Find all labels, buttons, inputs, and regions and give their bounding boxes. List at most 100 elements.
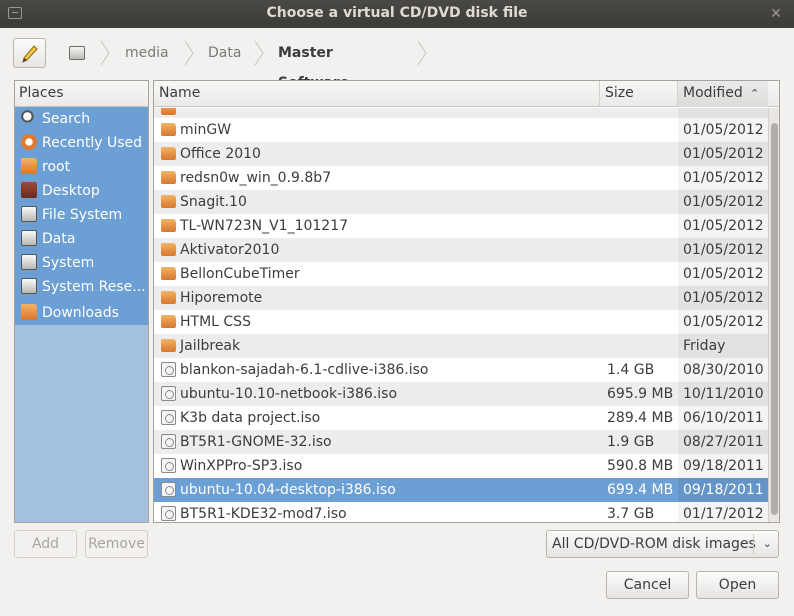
file-type-filter-select[interactable]: All CD/DVD-ROM disk images ⌄ [546, 530, 779, 558]
table-row[interactable]: Snagit.10 01/05/2012 [154, 190, 768, 214]
table-row[interactable]: ubuntu-10.10-netbook-i386.iso 695.9 MB 10/… [154, 382, 768, 406]
table-row[interactable]: K3b data project.iso 289.4 MB 06/10/2011 [154, 406, 768, 430]
folder-icon [161, 219, 176, 232]
file-modified: 08/30/2010 [683, 362, 764, 378]
folder-icon [161, 243, 176, 256]
table-row[interactable]: Jailbreak Friday [154, 334, 768, 358]
chevron-right-icon [100, 40, 110, 66]
table-row[interactable] [154, 108, 768, 118]
filter-selected-value: All CD/DVD-ROM disk images [552, 536, 756, 552]
root-drive-icon[interactable] [69, 46, 85, 60]
table-row[interactable]: BT5R1-KDE32-mod7.iso 3.7 GB 01/17/2012 [154, 502, 768, 522]
column-modified[interactable]: Modified ⌃ [678, 81, 768, 107]
table-row[interactable]: WinXPPro-SP3.iso 590.8 MB 09/18/2011 [154, 454, 768, 478]
file-modified: 06/10/2011 [683, 410, 764, 426]
desktop-icon [21, 182, 37, 198]
folder-icon [161, 339, 176, 352]
folder-icon [161, 147, 176, 160]
file-name: TL-WN723N_V1_101217 [180, 218, 349, 234]
breadcrumb-current[interactable]: Master Software [278, 38, 349, 91]
place-label: System Rese... [42, 279, 146, 295]
places-panel: Places Search Recently Used root Desktop… [14, 80, 149, 523]
place-recently-used[interactable]: Recently Used [15, 131, 148, 155]
edit-location-button[interactable] [13, 38, 46, 68]
drive-icon [21, 278, 37, 294]
file-size: 695.9 MB [607, 386, 674, 402]
table-row-selected[interactable]: ubuntu-10.04-desktop-i386.iso 699.4 MB 09/… [154, 478, 768, 502]
file-name: ubuntu-10.10-netbook-i386.iso [180, 386, 398, 402]
add-button[interactable]: Add [14, 530, 77, 558]
file-name: Hiporemote [180, 290, 263, 306]
divider [753, 534, 754, 554]
file-name: blankon-sajadah-6.1-cdlive-i386.iso [180, 362, 429, 378]
disc-image-icon [161, 362, 176, 377]
file-list: Name Size Modified ⌃ minGW 01/05/2012 Offic… [153, 80, 780, 523]
vertical-scrollbar[interactable] [768, 108, 779, 522]
file-name: Aktivator2010 [180, 242, 280, 258]
drive-icon [21, 254, 37, 270]
file-modified: 10/11/2010 [683, 386, 764, 402]
file-modified: 01/05/2012 [683, 242, 764, 258]
file-size: 1.4 GB [607, 362, 655, 378]
home-folder-icon [21, 158, 37, 174]
file-modified: 01/17/2012 [683, 506, 764, 522]
table-row[interactable]: Aktivator2010 01/05/2012 [154, 238, 768, 262]
chevron-right-icon [184, 40, 194, 66]
column-modified-label: Modified [683, 85, 743, 101]
place-desktop[interactable]: Desktop [15, 179, 148, 203]
close-icon[interactable]: ✕ [766, 4, 786, 24]
place-system-reserved[interactable]: System Rese... [15, 275, 148, 299]
file-size: 3.7 GB [607, 506, 655, 522]
sort-ascending-icon: ⌃ [750, 87, 760, 100]
file-name: WinXPPro-SP3.iso [180, 458, 303, 474]
file-size: 1.9 GB [607, 434, 655, 450]
file-modified: 09/18/2011 [683, 458, 764, 474]
places-header[interactable]: Places [15, 81, 148, 107]
place-root[interactable]: root [15, 155, 148, 179]
table-row[interactable]: BT5R1-GNOME-32.iso 1.9 GB 08/27/2011 [154, 430, 768, 454]
file-modified: 01/05/2012 [683, 314, 764, 330]
table-row[interactable]: redsn0w_win_0.9.8b7 01/05/2012 [154, 166, 768, 190]
place-label: Recently Used [42, 135, 143, 151]
table-row[interactable]: minGW 01/05/2012 [154, 118, 768, 142]
file-name: minGW [180, 122, 232, 138]
file-modified: 08/27/2011 [683, 434, 764, 450]
folder-icon [161, 267, 176, 280]
breadcrumb-data[interactable]: Data [208, 38, 241, 68]
column-headers: Name Size Modified ⌃ [154, 81, 779, 107]
file-modified: 01/05/2012 [683, 194, 764, 210]
file-size: 699.4 MB [607, 482, 674, 498]
table-row[interactable]: Office 2010 01/05/2012 [154, 142, 768, 166]
drive-icon [21, 206, 37, 222]
file-modified: 01/05/2012 [683, 170, 764, 186]
place-search[interactable]: Search [15, 107, 148, 131]
place-data[interactable]: Data [15, 227, 148, 251]
table-row[interactable]: HTML CSS 01/05/2012 [154, 310, 768, 334]
place-file-system[interactable]: File System [15, 203, 148, 227]
place-downloads[interactable]: Downloads [15, 301, 148, 325]
file-name: Snagit.10 [180, 194, 247, 210]
table-row[interactable]: TL-WN723N_V1_101217 01/05/2012 [154, 214, 768, 238]
column-name[interactable]: Name [154, 81, 600, 107]
chevron-down-icon: ⌄ [762, 537, 772, 550]
folder-icon [161, 171, 176, 184]
breadcrumb-media[interactable]: media [125, 38, 169, 68]
column-size[interactable]: Size [600, 81, 678, 107]
scrollbar-thumb[interactable] [771, 123, 778, 515]
file-modified: 09/18/2011 [683, 482, 764, 498]
place-system[interactable]: System [15, 251, 148, 275]
folder-icon [21, 304, 37, 320]
table-row[interactable]: blankon-sajadah-6.1-cdlive-i386.iso 1.4 G… [154, 358, 768, 382]
place-label: Desktop [42, 183, 100, 199]
file-name: Jailbreak [180, 338, 241, 354]
table-row[interactable]: Hiporemote 01/05/2012 [154, 286, 768, 310]
chevron-right-icon [417, 40, 427, 66]
file-name: redsn0w_win_0.9.8b7 [180, 170, 332, 186]
file-name: BT5R1-KDE32-mod7.iso [180, 506, 347, 522]
cancel-button[interactable]: Cancel [606, 571, 689, 599]
table-row[interactable]: BellonCubeTimer 01/05/2012 [154, 262, 768, 286]
place-label: File System [42, 207, 123, 223]
open-button[interactable]: Open [696, 571, 779, 599]
pencil-icon [22, 45, 38, 63]
remove-button[interactable]: Remove [85, 530, 148, 558]
